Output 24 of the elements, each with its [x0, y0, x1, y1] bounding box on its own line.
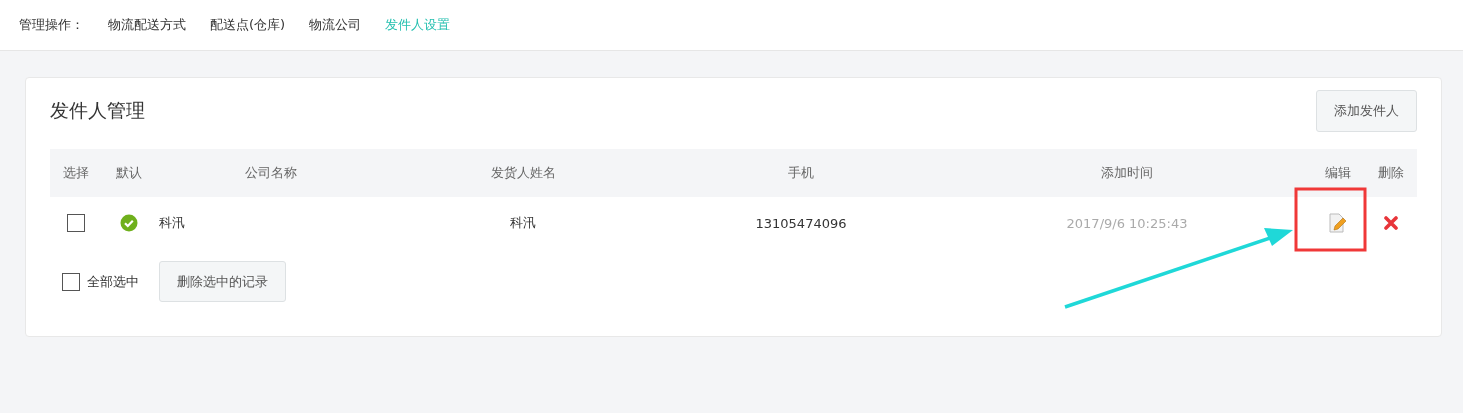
column-header: 选择: [62, 164, 90, 182]
column-header: 默认: [114, 164, 143, 182]
add-sender-button[interactable]: 添加发件人: [1316, 90, 1417, 132]
nav-link[interactable]: 物流公司: [309, 16, 362, 34]
select-all-checkbox[interactable]: [62, 272, 80, 291]
table-cell: 科汛: [510, 214, 536, 232]
table-cell: 科汛: [159, 214, 185, 232]
panel-title: 发件人管理: [50, 98, 145, 123]
column-header: 公司名称: [244, 164, 298, 182]
nav-label: 管理操作：: [19, 16, 84, 34]
table-cell: 2017/9/6 10:25:43: [1066, 215, 1188, 231]
column-header: 发货人姓名: [489, 164, 557, 182]
delete-selected-button[interactable]: 删除选中的记录: [159, 261, 286, 302]
column-header: 手机: [787, 164, 815, 182]
row-checkbox[interactable]: [67, 214, 85, 232]
nav-link[interactable]: 物流配送方式: [108, 16, 186, 34]
edit-icon[interactable]: [1328, 213, 1348, 233]
column-header: 编辑: [1324, 164, 1352, 182]
delete-icon[interactable]: [1384, 216, 1398, 230]
select-all-label: 全部选中: [87, 272, 139, 291]
table-cell: 13105474096: [755, 215, 847, 231]
nav-link[interactable]: 配送点(仓库): [210, 16, 286, 34]
column-header: 删除: [1377, 164, 1405, 182]
column-header: 添加时间: [1100, 164, 1154, 182]
